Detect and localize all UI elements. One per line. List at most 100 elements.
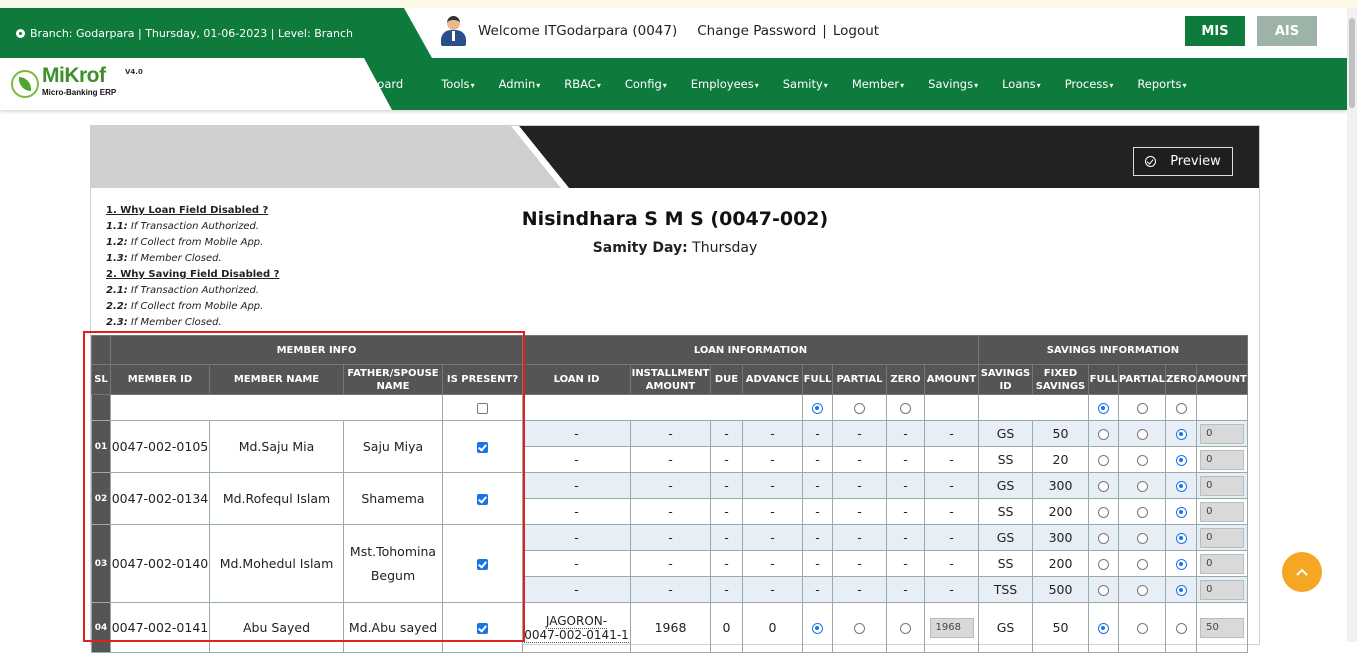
menu-item-reports[interactable]: Reports▾ xyxy=(1137,77,1186,91)
loan-partial-radio[interactable] xyxy=(854,623,865,634)
sav-full-radio[interactable] xyxy=(1098,481,1109,492)
due-cell: - xyxy=(710,524,743,551)
sav-amount-input[interactable]: 0 xyxy=(1200,527,1245,548)
member-id-cell: 0047-002-0105 xyxy=(110,420,210,473)
sav-amount-input[interactable]: 0 xyxy=(1200,579,1245,600)
logout-link[interactable]: Logout xyxy=(833,23,879,39)
note-item: 2.3: If Member Closed. xyxy=(106,317,222,328)
sav-partial-radio[interactable] xyxy=(1136,623,1148,634)
sav-zero-radio[interactable] xyxy=(1175,455,1187,466)
menu-item-process[interactable]: Process▾ xyxy=(1065,77,1114,91)
menu-item-rbac[interactable]: RBAC▾ xyxy=(564,77,601,91)
sav-full-radio[interactable] xyxy=(1098,455,1109,466)
due-cell: - xyxy=(710,550,743,577)
sav-zero-radio[interactable] xyxy=(1175,481,1187,492)
table-row: 01 0047-002-0105 Md.Saju Mia Saju Miya -… xyxy=(91,420,1248,473)
sav-full-radio[interactable] xyxy=(1098,559,1109,570)
sav-partial-radio[interactable] xyxy=(1136,585,1148,596)
sav-amount-input[interactable]: 0 xyxy=(1200,423,1245,444)
loan-amount-cell: - xyxy=(924,524,979,551)
menu-item-samity[interactable]: Samity▾ xyxy=(783,77,828,91)
menu-item-config[interactable]: Config▾ xyxy=(625,77,667,91)
loan-zero-cell: - xyxy=(886,472,925,499)
sav-zero-radio[interactable] xyxy=(1175,429,1187,440)
loan-amount-input[interactable]: 1968 xyxy=(929,617,974,638)
sav-full-radio[interactable] xyxy=(1098,585,1109,596)
sl-cell: 01 xyxy=(91,420,111,473)
menu-item-employees[interactable]: Employees▾ xyxy=(691,77,759,91)
menu-label: Loans xyxy=(1002,77,1036,91)
loan-full-cell: - xyxy=(802,446,833,473)
mis-button[interactable]: MIS xyxy=(1185,16,1245,46)
col-father-spouse: FATHER/SPOUSE NAME xyxy=(343,364,443,395)
advance-cell: - xyxy=(742,472,803,499)
menu-item-loans[interactable]: Loans▾ xyxy=(1002,77,1041,91)
logo-name[interactable]: MiKrof xyxy=(42,64,106,88)
menu-item-admin[interactable]: Admin▾ xyxy=(499,77,541,91)
present-all-checkbox[interactable] xyxy=(477,403,488,414)
fixed-savings-cell: 20 xyxy=(1032,446,1089,473)
sav-full-radio[interactable] xyxy=(1098,507,1109,518)
scroll-to-top-button[interactable] xyxy=(1282,552,1322,592)
loan-id-cell[interactable]: JAGORON- 0047-002-0141-1 xyxy=(522,602,631,653)
sav-amount-input[interactable]: 50 xyxy=(1200,617,1245,638)
sav-partial-radio[interactable] xyxy=(1136,481,1148,492)
sav-full-radio[interactable] xyxy=(1098,533,1109,544)
is-present-checkbox[interactable] xyxy=(477,494,488,505)
sav-zero-radio[interactable] xyxy=(1175,507,1187,518)
is-present-checkbox[interactable] xyxy=(477,442,488,453)
loan-id-cell: - xyxy=(522,498,631,525)
installment-cell: - xyxy=(630,498,711,525)
sav-full-radio[interactable] xyxy=(1098,429,1109,440)
loan-zero-cell: - xyxy=(886,524,925,551)
panel-header: Preview xyxy=(91,126,1259,188)
loan-zero-all-radio[interactable] xyxy=(900,403,911,414)
preview-button[interactable]: Preview xyxy=(1133,147,1233,176)
sav-partial-all-radio[interactable] xyxy=(1136,403,1148,414)
menu-item-member[interactable]: Member▾ xyxy=(852,77,904,91)
fixed-savings-cell: 300 xyxy=(1032,524,1089,551)
page-scrollbar[interactable] xyxy=(1347,8,1357,642)
sav-partial-radio[interactable] xyxy=(1136,559,1148,570)
sav-full-radio[interactable] xyxy=(1098,623,1109,634)
sav-partial-radio[interactable] xyxy=(1136,455,1148,466)
sav-amount-input[interactable]: 0 xyxy=(1200,501,1245,522)
select-all-row xyxy=(91,394,1248,421)
sav-amount-input[interactable]: 0 xyxy=(1200,553,1245,574)
col-member-id: MEMBER ID xyxy=(110,364,210,395)
menu-item-savings[interactable]: Savings▾ xyxy=(928,77,978,91)
advance-cell: - xyxy=(742,420,803,447)
sav-amount-input[interactable]: 0 xyxy=(1200,449,1245,470)
loan-full-all-radio[interactable] xyxy=(812,403,823,414)
sav-partial-radio[interactable] xyxy=(1136,533,1148,544)
installment-cell: - xyxy=(630,524,711,551)
menu-item-dashboard[interactable]: board xyxy=(370,77,403,91)
change-password-link[interactable]: Change Password xyxy=(697,23,816,39)
due-cell: 0 xyxy=(710,602,743,653)
note-item: 2.1: If Transaction Authorized. xyxy=(106,285,259,296)
sav-zero-radio[interactable] xyxy=(1175,559,1187,570)
menu-item-tools[interactable]: Tools▾ xyxy=(441,77,474,91)
loan-partial-all-radio[interactable] xyxy=(854,403,865,414)
is-present-checkbox[interactable] xyxy=(477,623,488,634)
sav-partial-radio[interactable] xyxy=(1136,507,1148,518)
sav-zero-all-radio[interactable] xyxy=(1175,403,1187,414)
location-pin-icon xyxy=(16,28,25,38)
sav-full-all-radio[interactable] xyxy=(1098,403,1109,414)
loan-id-line1: JAGORON- xyxy=(545,613,608,629)
loan-zero-radio[interactable] xyxy=(900,623,911,634)
scrollbar-thumb[interactable] xyxy=(1349,18,1355,108)
fixed-savings-cell: 200 xyxy=(1032,498,1089,525)
loan-id-cell: - xyxy=(522,420,631,447)
sav-partial-radio[interactable] xyxy=(1136,429,1148,440)
loan-full-radio[interactable] xyxy=(812,623,823,634)
sav-zero-radio[interactable] xyxy=(1175,585,1187,596)
is-present-checkbox[interactable] xyxy=(477,559,488,570)
father-name-cell: Shamema xyxy=(343,472,443,525)
sav-amount-input[interactable]: 0 xyxy=(1200,475,1245,496)
sav-zero-radio[interactable] xyxy=(1175,533,1187,544)
ais-button[interactable]: AIS xyxy=(1257,16,1317,46)
loan-partial-cell: - xyxy=(832,550,887,577)
loan-partial-cell: - xyxy=(832,498,887,525)
sav-zero-radio[interactable] xyxy=(1175,623,1187,634)
